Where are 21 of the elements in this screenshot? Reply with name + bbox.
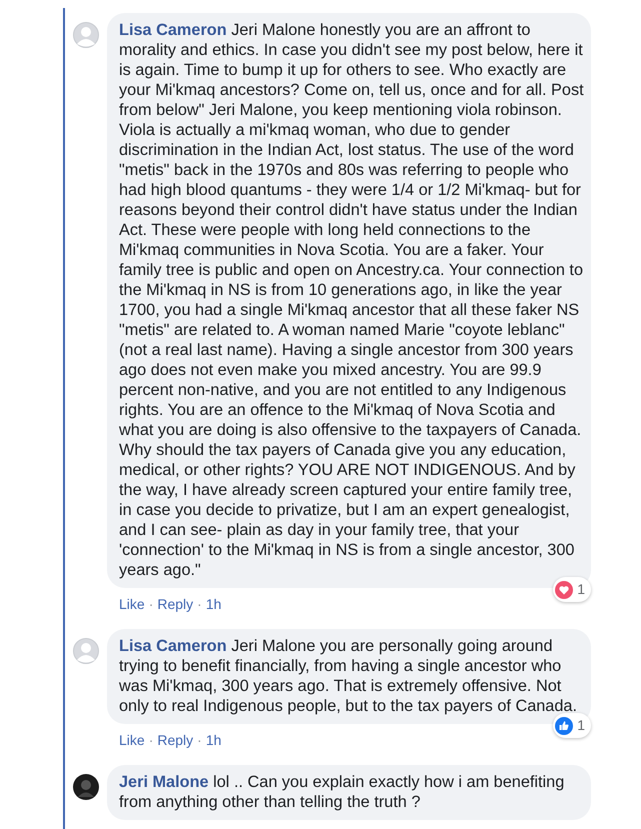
timestamp[interactable]: 1h xyxy=(206,730,222,751)
author-link[interactable]: Lisa Cameron xyxy=(119,21,227,39)
reaction-count: 1 xyxy=(577,716,585,735)
comment-text: Lisa Cameron Jeri Malone you are personally going around trying to benefit financially, from having a single ancestor who was Mi'kmaq, 300 years ago. That is extremely offensive. Not only to real Indigenous people, but to the tax payers of Canada. xyxy=(119,636,578,716)
thumbs-up-icon xyxy=(555,716,574,734)
action-link[interactable]: Reply xyxy=(157,730,194,751)
separator-dot: · xyxy=(196,731,203,750)
separator-dot: · xyxy=(148,595,154,614)
author-link[interactable]: Lisa Cameron xyxy=(119,637,227,655)
action-link[interactable]: Like xyxy=(119,730,145,751)
action-link[interactable]: Reply xyxy=(157,594,194,615)
separator-dot: · xyxy=(196,595,203,614)
reaction-badge[interactable]: 1 xyxy=(553,713,591,738)
reaction-badge[interactable]: 1 xyxy=(553,577,591,602)
reaction-count: 1 xyxy=(577,580,585,599)
action-link[interactable]: Like xyxy=(119,594,145,615)
comment-text: Lisa Cameron Jeri Malone honestly you are an affront to morality and ethics. In case you didn't see my post below, here it is again. Time to bump it up for others to see. Who exactly are your Mi'kmaq ancestors? Come on, tell us, once and for all. Post from below" Jeri Malone, you keep mentioning viola robinson. Viola is actually a mi'kmaq woman, who due to gender discrimination in the Indian Act, lost status. The use of the word "metis" back in the 1970s and 80s was referring to people who had high blood quantums - they were 1/4 or 1/2 Mi'kmaq- but for reasons beyond their control didn't have status under the Indian Act. These were people with long held connections to the Mi'kmaq communities in Nova Scotia. You are a faker. Your family tree is public and open on Ancestry.ca. Your connection to the Mi'kmaq in NS is from 10 generations ago, in like the year 1700, you had a single Mi'kmaq ancestor that all these faker NS "metis" are related to. A woman named Marie "coyote leblanc" (not a real last name). Having a single ancestor from 300 years ago does not even make you mixed ancestry. You are 99.9 percent non-native, and you are not entitled to any Indigenous rights. You are an offence to the Mi'kmaq of Nova Scotia and what you are doing is also offensive to the taxpayers of Canada. Why should the tax payers of Canada give you any education, medical, or other rights? YOU ARE NOT INDIGENOUS. And by the way, I have already screen captured your entire family tree, in case you decide to privatize, but I am an expert genealogist, and I can see- plain as day in your family tree, that your 'connection' to the Mi'kmaq in NS is from a single ancestor, 300 years ago." xyxy=(119,20,585,580)
separator-dot: · xyxy=(148,731,154,750)
author-link[interactable]: Jeri Malone xyxy=(119,773,209,791)
timestamp[interactable]: 1h xyxy=(206,594,222,615)
comment-text: Jeri Malone lol .. Can you explain exactly how i am benefiting from anything other than telling the truth ? xyxy=(119,772,566,812)
